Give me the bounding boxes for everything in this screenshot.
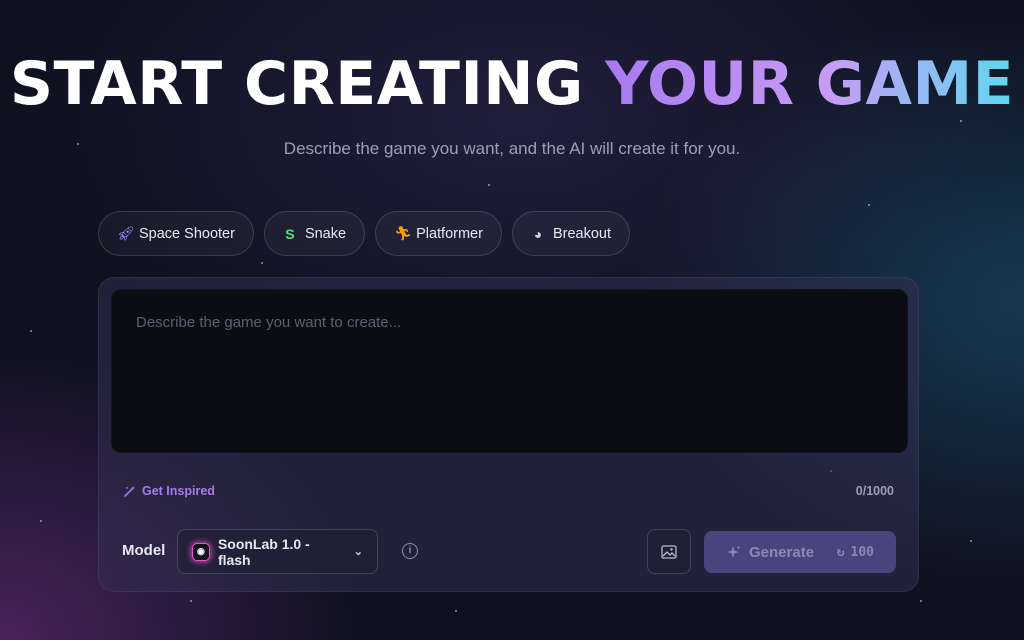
chip-snake[interactable]: S Snake: [263, 211, 366, 256]
char-count: 0/1000: [855, 484, 894, 498]
snake-icon: S: [285, 225, 295, 242]
hero-title-part1: START CREATING: [9, 49, 606, 119]
model-logo-icon: ◉: [192, 542, 210, 561]
model-label: Model: [122, 542, 166, 559]
upload-image-button[interactable]: [647, 529, 691, 574]
prompt-input[interactable]: Describe the game you want to create...: [111, 289, 908, 453]
generate-label: Generate: [749, 543, 815, 561]
chevron-down-icon: ⌄: [353, 546, 363, 558]
chip-platformer[interactable]: 🏃︎ Platformer: [375, 211, 502, 256]
sparkle-icon: [727, 545, 741, 558]
chip-space-shooter[interactable]: 🚀︎ Space Shooter: [98, 211, 254, 256]
info-icon[interactable]: i: [402, 543, 418, 559]
template-chips: 🚀︎ Space Shooter S Snake 🏃︎ Platformer ◕…: [98, 211, 630, 256]
magic-wand-icon: [124, 485, 135, 497]
ball-icon: ◕: [533, 225, 543, 242]
model-select[interactable]: ◉ SoonLab 1.0 - flash ⌄: [177, 529, 378, 574]
runner-icon: 🏃︎: [394, 225, 412, 241]
chip-label: Space Shooter: [139, 225, 235, 242]
generate-button[interactable]: Generate ↻ 100: [704, 531, 896, 573]
model-selected: SoonLab 1.0 - flash: [217, 535, 310, 568]
get-inspired-button[interactable]: Get Inspired: [123, 484, 215, 498]
chip-label: Breakout: [552, 225, 611, 242]
get-inspired-label: Get Inspired: [142, 484, 215, 498]
chip-breakout[interactable]: ◕ Breakout: [511, 211, 630, 256]
credit-icon: ↻: [836, 544, 845, 560]
credits-value: 100: [850, 544, 874, 560]
credits: ↻ 100: [837, 545, 874, 560]
hero-subtitle: Describe the game you want, and the AI w…: [283, 139, 741, 158]
image-icon: [661, 544, 677, 559]
prompt-placeholder: Describe the game you want to create...: [136, 314, 402, 331]
chip-label: Snake: [304, 225, 347, 242]
hero-title-part2: YOUR GAME: [605, 49, 1015, 119]
chip-label: Platformer: [416, 225, 483, 242]
rocket-icon: 🚀︎: [117, 225, 135, 241]
hero-title: START CREATING YOUR GAME: [0, 52, 1024, 116]
prompt-panel: Describe the game you want to create... …: [98, 277, 919, 592]
